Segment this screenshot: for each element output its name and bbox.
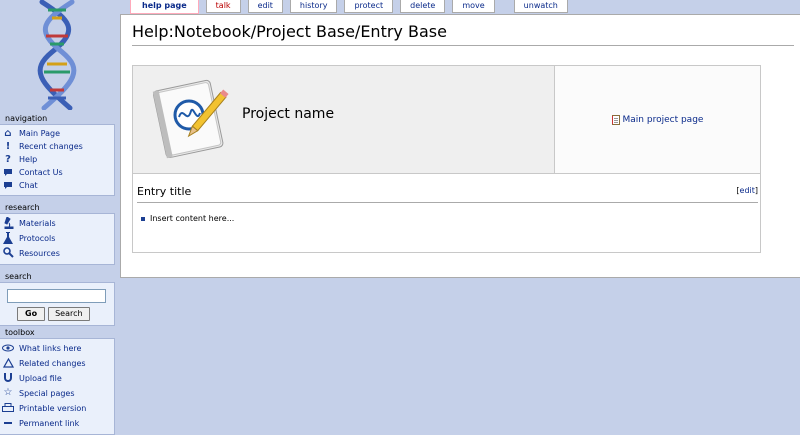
printer-icon — [2, 402, 14, 413]
triangle-icon — [2, 357, 14, 368]
sidebar-item-label: Upload file — [19, 374, 62, 383]
page-tabs: help page talk edit history protect dele… — [130, 0, 575, 14]
main-project-cell: Main project page — [555, 66, 760, 174]
tab-talk[interactable]: talk — [205, 0, 241, 13]
edit-section-link[interactable]: edit — [740, 186, 755, 195]
search-body: Go Search — [0, 282, 115, 326]
navigation-portlet: navigation ⌂ Main Page ! Recent changes … — [0, 113, 115, 196]
go-button[interactable]: Go — [17, 307, 46, 321]
star-icon: ☆ — [3, 387, 13, 398]
upload-icon — [2, 372, 14, 383]
sidebar-item-materials[interactable]: Materials — [0, 216, 114, 231]
navigation-heading: navigation — [5, 114, 48, 123]
notepad-icon — [611, 114, 620, 125]
flask-icon — [2, 231, 14, 244]
sidebar-item-label: Contact Us — [19, 168, 63, 177]
sidebar-item-label: Recent changes — [19, 142, 83, 151]
search-button[interactable]: Search — [48, 307, 90, 321]
toolbox-body: What links here Related changes Upload f… — [0, 338, 115, 435]
project-header: Project name — [133, 66, 555, 174]
project-box: Project name Main project page Entry tit… — [132, 65, 761, 253]
microscope-icon — [2, 216, 14, 229]
main-project-link-label: Main project page — [622, 114, 704, 125]
sidebar-item-label: Resources — [19, 249, 60, 258]
sidebar-item-what-links-here[interactable]: What links here — [0, 341, 114, 356]
exclamation-icon: ! — [5, 141, 11, 152]
sidebar-item-label: Main Page — [19, 129, 61, 138]
chat-icon — [2, 180, 14, 191]
tab-edit[interactable]: edit — [247, 0, 283, 13]
content-area: Help:Notebook/Project Base/Entry Base Pr… — [120, 14, 800, 278]
research-body: Materials Protocols Resources — [0, 213, 115, 265]
sidebar-item-main-page[interactable]: ⌂ Main Page — [0, 127, 114, 140]
page-title: Help:Notebook/Project Base/Entry Base — [132, 22, 794, 46]
link-icon — [2, 417, 14, 428]
sidebar-item-related-changes[interactable]: Related changes — [0, 356, 114, 371]
sidebar-item-label: Special pages — [19, 389, 75, 398]
tab-history[interactable]: history — [289, 0, 338, 13]
home-icon: ⌂ — [4, 128, 12, 139]
main-project-link[interactable]: Main project page — [611, 114, 704, 125]
toolbox-portlet: toolbox What links here Related changes … — [0, 327, 115, 435]
tab-protect[interactable]: protect — [344, 0, 394, 13]
sidebar-item-label: Protocols — [19, 234, 56, 243]
notebook-icon[interactable] — [147, 75, 229, 161]
sidebar-item-contact-us[interactable]: Contact Us — [0, 166, 114, 179]
sidebar-item-recent-changes[interactable]: ! Recent changes — [0, 140, 114, 153]
magnifier-icon — [2, 247, 14, 258]
sidebar-item-label: Chat — [19, 181, 38, 190]
search-button-row: Go Search — [17, 307, 114, 321]
question-icon: ? — [5, 154, 11, 165]
site-logo-dna-helix[interactable] — [0, 0, 115, 110]
sidebar-item-label: Permanent link — [19, 419, 80, 428]
research-heading: research — [5, 203, 40, 212]
tab-help-page[interactable]: help page — [130, 0, 199, 14]
sidebar-item-label: Related changes — [19, 359, 86, 368]
project-name: Project name — [242, 106, 335, 122]
sidebar-item-printable-version[interactable]: Printable version — [0, 401, 114, 416]
tab-unwatch[interactable]: unwatch — [513, 0, 568, 13]
sidebar-item-label: Printable version — [19, 404, 87, 413]
bullet-icon — [141, 216, 145, 221]
sidebar-item-permanent-link[interactable]: Permanent link — [0, 416, 114, 431]
sidebar-item-help[interactable]: ? Help — [0, 153, 114, 166]
navigation-body: ⌂ Main Page ! Recent changes ? Help Cont… — [0, 124, 115, 196]
tab-move[interactable]: move — [452, 0, 495, 13]
eye-icon — [2, 342, 14, 353]
entry-content-text: Insert content here... — [150, 214, 235, 223]
sidebar-item-label: Help — [19, 155, 38, 164]
sidebar-item-protocols[interactable]: Protocols — [0, 231, 114, 246]
toolbox-heading: toolbox — [5, 328, 35, 337]
entry-title: Entry title — [137, 185, 192, 198]
entry-title-heading: Entry title [edit] — [137, 184, 758, 203]
sidebar-item-chat[interactable]: Chat — [0, 179, 114, 192]
search-heading: search — [5, 272, 32, 281]
research-portlet: research Materials Protocols Resources — [0, 202, 115, 265]
tab-delete[interactable]: delete — [400, 0, 446, 13]
sidebar-item-upload-file[interactable]: Upload file — [0, 371, 114, 386]
entry-content: Insert content here... — [141, 214, 234, 223]
search-input[interactable] — [7, 289, 106, 303]
edit-section: [edit] — [736, 186, 758, 195]
sidebar-item-special-pages[interactable]: ☆ Special pages — [0, 386, 114, 401]
sidebar-item-resources[interactable]: Resources — [0, 246, 114, 261]
sidebar-item-label: What links here — [19, 344, 82, 353]
search-portlet: search Go Search — [0, 271, 115, 326]
speech-bubble-icon — [2, 167, 14, 178]
sidebar-item-label: Materials — [19, 219, 56, 228]
